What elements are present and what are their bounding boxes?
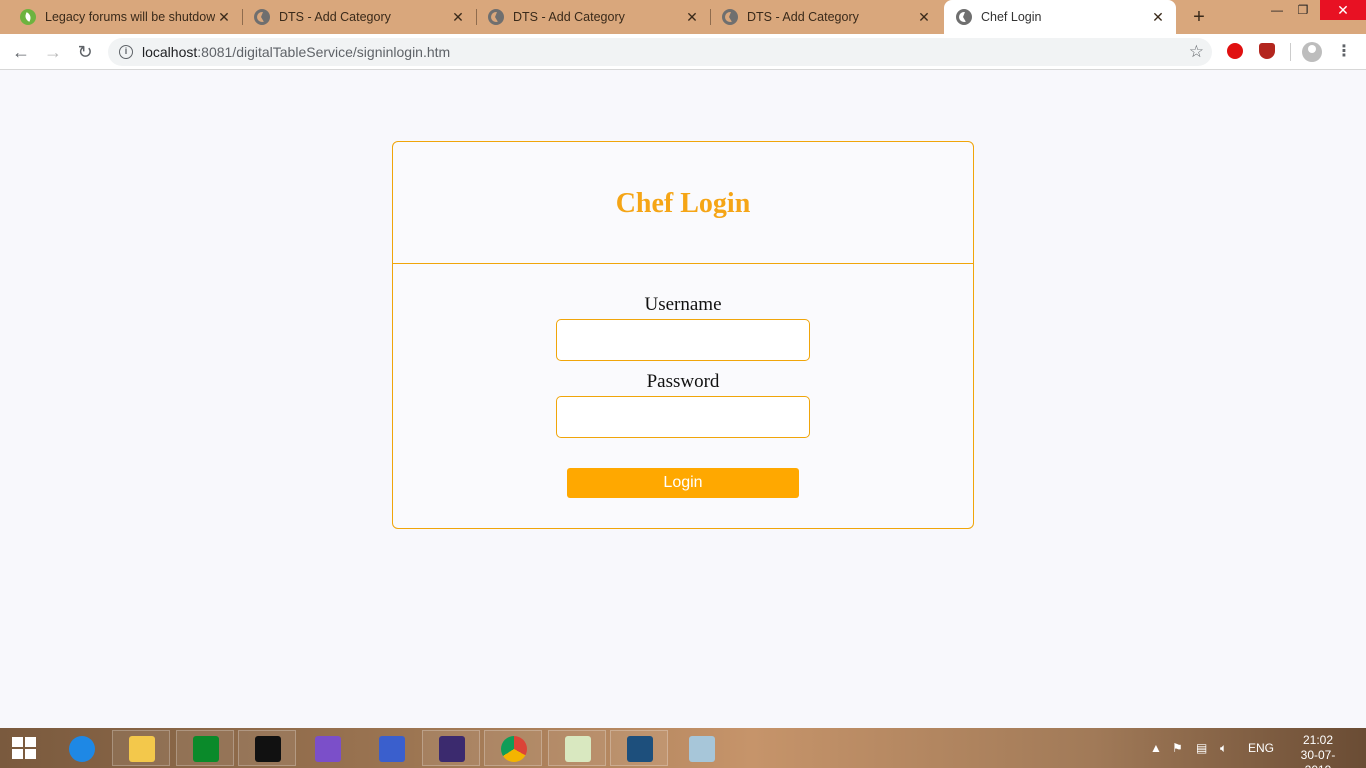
system-clock[interactable]: 21:02 30-07-2019 (1288, 733, 1348, 768)
new-tab-button[interactable]: + (1189, 7, 1209, 28)
forward-arrow-icon[interactable]: → (41, 40, 65, 64)
volume-icon[interactable]: 🔈︎ (1220, 728, 1227, 768)
window-close-icon[interactable]: ✕ (1320, 0, 1366, 20)
browser-menu-icon[interactable]: ⋮ (1336, 40, 1352, 64)
site-info-icon[interactable]: i (119, 45, 133, 59)
login-card: Chef Login Username Password Login (392, 141, 974, 529)
visual-studio-icon[interactable] (298, 730, 356, 766)
language-indicator[interactable]: ENG (1248, 728, 1274, 768)
globe-icon (488, 9, 504, 25)
close-icon[interactable]: ✕ (450, 9, 466, 25)
network-icon[interactable]: ▤ (1196, 728, 1207, 768)
java-ee-ide-icon[interactable] (422, 730, 480, 766)
globe-icon (722, 9, 738, 25)
tab-title: DTS - Add Category (747, 10, 859, 24)
login-button[interactable]: Login (567, 468, 799, 498)
windows-taskbar: ▲ ⚑ ▤ 🔈︎ ENG 21:02 30-07-2019 (0, 728, 1366, 768)
password-input[interactable] (556, 396, 810, 438)
tab-dts-add-category-3[interactable]: DTS - Add Category ✕ (702, 0, 942, 34)
internet-explorer-icon[interactable] (52, 730, 110, 766)
reload-icon[interactable]: ↻ (73, 40, 97, 64)
tab-title: DTS - Add Category (513, 10, 625, 24)
toolbar-divider (1290, 43, 1291, 61)
page-title: Chef Login (615, 188, 751, 219)
spring-leaf-icon (20, 9, 36, 25)
close-icon[interactable]: ✕ (916, 9, 932, 25)
windows-store-icon[interactable] (176, 730, 234, 766)
username-input[interactable] (556, 319, 810, 361)
google-chrome-icon[interactable] (484, 730, 542, 766)
file-explorer-icon[interactable] (112, 730, 170, 766)
profile-avatar-icon[interactable] (1302, 42, 1322, 62)
sticky-notes-icon[interactable] (672, 730, 730, 766)
close-icon[interactable]: ✕ (216, 9, 232, 25)
login-card-header: Chef Login (393, 142, 973, 264)
close-icon[interactable]: ✕ (684, 9, 700, 25)
tab-dts-add-category-2[interactable]: DTS - Add Category ✕ (468, 0, 711, 34)
address-bar[interactable]: i localhost:8081/digitalTableService/sig… (108, 38, 1212, 66)
back-arrow-icon[interactable]: ← (9, 40, 33, 64)
clock-time: 21:02 (1302, 733, 1334, 747)
mysql-workbench-icon[interactable] (610, 730, 668, 766)
tab-legacy-forums[interactable]: Legacy forums will be shutdown ✕ (0, 0, 243, 34)
tab-chef-login[interactable]: Chef Login ✕ (944, 0, 1176, 34)
clock-date: 30-07-2019 (1300, 748, 1336, 768)
globe-icon (254, 9, 270, 25)
url-path: :8081/digitalTableService/signinlogin.ht… (197, 44, 451, 60)
close-icon[interactable]: ✕ (1150, 9, 1166, 25)
tab-title: DTS - Add Category (279, 10, 391, 24)
username-label: Username (644, 294, 722, 315)
shield-extension-icon[interactable] (1259, 43, 1275, 59)
password-label: Password (646, 371, 720, 392)
tab-dts-add-category-1[interactable]: DTS - Add Category ✕ (234, 0, 477, 34)
mysql-shell-icon[interactable] (238, 730, 296, 766)
show-hidden-icons-icon[interactable]: ▲ (1150, 728, 1162, 768)
globe-icon (956, 9, 972, 25)
url-text[interactable]: localhost:8081/digitalTableService/signi… (142, 44, 450, 60)
url-host: localhost (142, 44, 198, 60)
tab-title: Legacy forums will be shutdown (45, 10, 215, 24)
adblock-extension-icon[interactable] (1227, 43, 1243, 59)
tab-title: Chef Login (981, 10, 1042, 24)
control-panel-icon[interactable] (362, 730, 420, 766)
browser-toolbar: ← → ↻ i localhost:8081/digitalTableServi… (0, 34, 1366, 70)
action-center-flag-icon[interactable]: ⚑ (1172, 728, 1183, 768)
windows-start-icon[interactable] (0, 728, 50, 768)
notepad-plus-plus-icon[interactable] (548, 730, 606, 766)
bookmark-star-icon[interactable]: ☆ (1189, 42, 1204, 62)
tab-strip: Legacy forums will be shutdown ✕ DTS - A… (0, 0, 1366, 34)
